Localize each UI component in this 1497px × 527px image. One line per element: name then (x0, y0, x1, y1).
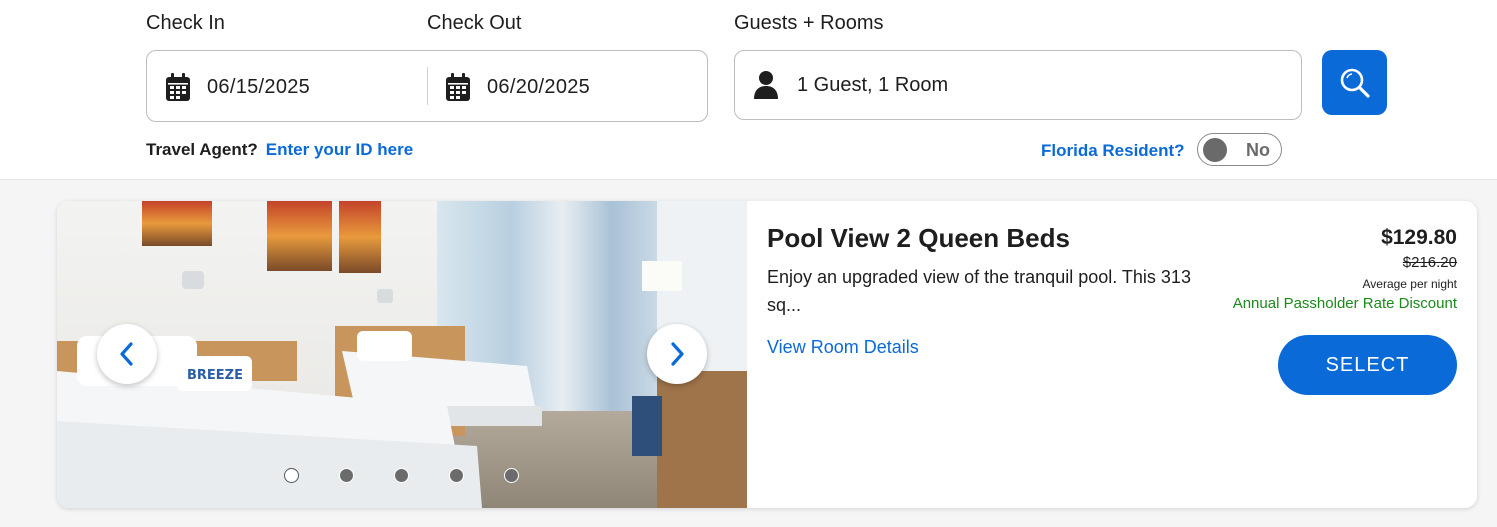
date-divider (427, 67, 428, 105)
current-price: $129.80 (1381, 226, 1457, 249)
chevron-left-icon (120, 342, 133, 366)
room-photo: BREEZE (57, 201, 747, 508)
room-title: Pool View 2 Queen Beds (767, 223, 1070, 253)
guests-rooms-label: Guests + Rooms (734, 12, 884, 34)
check-out-label: Check Out (427, 12, 522, 34)
image-dot-1[interactable] (284, 468, 299, 483)
image-dot-5[interactable] (504, 468, 519, 483)
previous-image-button[interactable] (97, 324, 157, 384)
room-card: BREEZE Pool View 2 Queen Beds Enjoy an u… (57, 201, 1477, 508)
person-icon (754, 71, 778, 99)
image-dot-2[interactable] (339, 468, 354, 483)
travel-agent-row: Travel Agent? Enter your ID here (146, 140, 413, 160)
discount-label: Annual Passholder Rate Discount (1232, 295, 1457, 312)
calendar-icon (446, 73, 470, 101)
florida-resident-link[interactable]: Florida Resident? (1041, 141, 1185, 161)
room-description: Enjoy an upgraded view of the tranquil p… (767, 267, 1191, 315)
image-dot-4[interactable] (449, 468, 464, 483)
check-out-value: 06/20/2025 (487, 75, 591, 98)
original-price: $216.20 (1402, 254, 1457, 271)
image-dot-3[interactable] (394, 468, 409, 483)
check-out-field[interactable]: 06/20/2025 (445, 71, 590, 103)
check-in-value: 06/15/2025 (207, 75, 311, 98)
toggle-label: No (1246, 140, 1270, 160)
search-button[interactable] (1322, 50, 1387, 115)
select-button[interactable]: SELECT (1278, 335, 1457, 395)
toggle-knob (1203, 138, 1227, 162)
travel-agent-question: Travel Agent? (146, 140, 258, 159)
guests-rooms-field[interactable]: 1 Guest, 1 Room (734, 50, 1302, 120)
check-in-label: Check In (146, 12, 225, 34)
florida-resident-toggle[interactable]: No (1197, 133, 1282, 166)
price-note: Average per night (1362, 277, 1457, 291)
date-range-field: 06/15/2025 06/20/2025 (146, 50, 708, 122)
magnifier-icon (1340, 68, 1370, 98)
svg-text:BREEZE: BREEZE (187, 368, 243, 383)
guests-rooms-value: 1 Guest, 1 Room (797, 73, 949, 96)
next-image-button[interactable] (647, 324, 707, 384)
calendar-icon (166, 73, 190, 101)
check-in-field[interactable]: 06/15/2025 (165, 71, 310, 103)
chevron-right-icon (671, 342, 684, 366)
view-room-details-link[interactable]: View Room Details (767, 337, 919, 358)
travel-agent-id-link[interactable]: Enter your ID here (266, 140, 413, 160)
